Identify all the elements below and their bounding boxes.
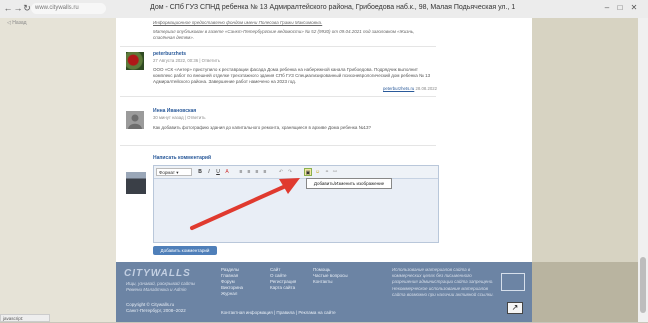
footer-tagline: Ремени Малайтюка и Admin — [126, 287, 187, 292]
right-background — [532, 262, 638, 322]
footer-bottom-links[interactable]: Контактная информация | Правила | Реклам… — [221, 310, 336, 316]
share-icon[interactable]: ↗ — [507, 302, 523, 314]
footer-note: Использование материалов сайта в коммерч… — [392, 267, 494, 284]
footer-col-1: Разделы Главная Форум Викторина Журнал — [221, 267, 243, 297]
footer-col-3: Помощь Частые вопросы Контакты — [313, 267, 348, 285]
footer-note: Некоммерческое использование материалов … — [392, 286, 494, 297]
status-bar: javascript: — [0, 314, 50, 322]
site-logo[interactable]: CITYWALLS — [124, 268, 191, 279]
footer-link[interactable]: Журнал — [221, 291, 243, 297]
copyright-years: Санкт-Петербург, 2008–2022 — [126, 308, 186, 313]
footer-link[interactable]: Контакты — [313, 279, 348, 285]
footer-link[interactable]: Карта сайта — [270, 285, 296, 291]
footer-col-2: Сайт О сайте Регистрация Карта сайта — [270, 267, 296, 291]
grid-icon[interactable] — [501, 273, 525, 291]
scrollbar-thumb[interactable] — [640, 257, 646, 313]
